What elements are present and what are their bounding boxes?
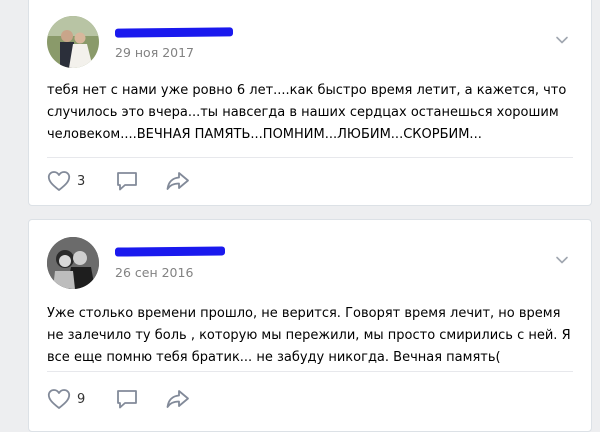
divider bbox=[47, 371, 573, 372]
author-name-redaction bbox=[114, 246, 226, 257]
divider bbox=[47, 157, 573, 158]
comment-button[interactable] bbox=[115, 385, 139, 413]
post-text: Уже столько времени прошло, не верится. … bbox=[47, 306, 571, 365]
share-button[interactable] bbox=[165, 167, 191, 195]
comment-icon bbox=[115, 388, 139, 410]
comment-button[interactable] bbox=[115, 167, 139, 195]
author-name-redaction bbox=[114, 27, 234, 38]
chevron-down-icon[interactable] bbox=[555, 30, 569, 44]
like-count: 3 bbox=[77, 173, 86, 189]
post-card: 29 ноя 2017 тебя нет с нами уже ровно 6 … bbox=[28, 0, 592, 206]
post-card: 26 сен 2016 Уже столько времени прошло, … bbox=[28, 219, 592, 432]
share-icon bbox=[165, 388, 191, 410]
avatar[interactable] bbox=[47, 16, 99, 68]
like-button[interactable]: 9 bbox=[47, 385, 85, 413]
post-date[interactable]: 26 сен 2016 bbox=[115, 265, 193, 280]
share-icon bbox=[165, 170, 191, 192]
chevron-down-icon[interactable] bbox=[555, 250, 569, 264]
share-button[interactable] bbox=[165, 385, 191, 413]
heart-icon bbox=[47, 170, 71, 192]
post-date[interactable]: 29 ноя 2017 bbox=[115, 45, 194, 60]
post-text: тебя нет с нами уже ровно 6 лет....как б… bbox=[47, 83, 567, 142]
like-count: 9 bbox=[77, 391, 86, 407]
heart-icon bbox=[47, 388, 71, 410]
avatar[interactable] bbox=[47, 237, 99, 289]
comment-icon bbox=[115, 170, 139, 192]
like-button[interactable]: 3 bbox=[47, 167, 85, 195]
